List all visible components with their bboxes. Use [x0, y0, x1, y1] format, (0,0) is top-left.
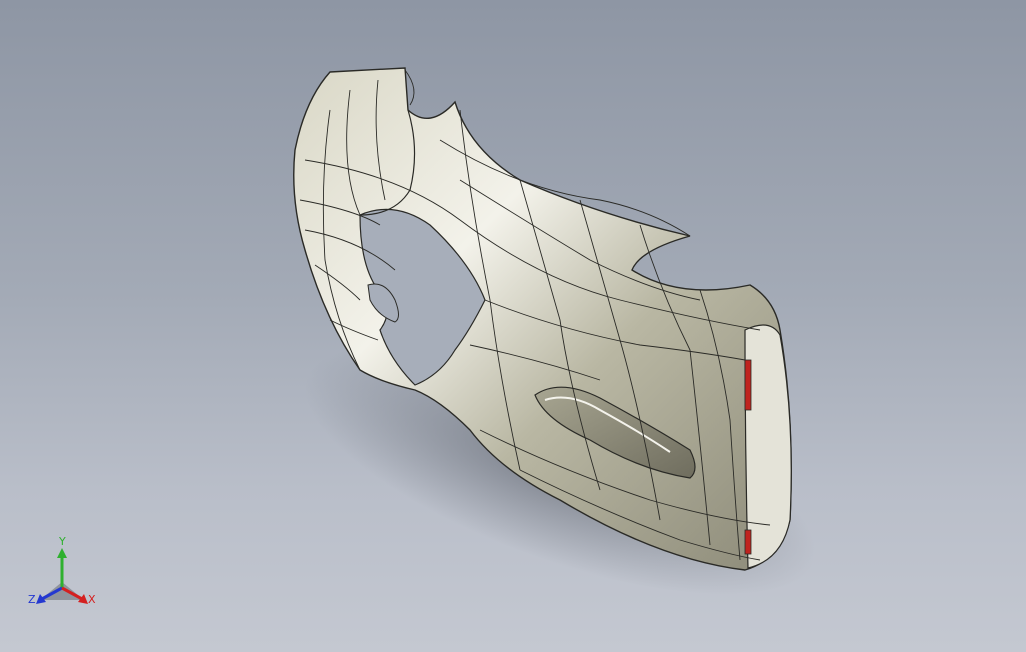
3d-model-body[interactable] [0, 0, 1026, 652]
red-light-lower [744, 529, 752, 555]
graphics-viewport[interactable]: Y Z X [0, 0, 1026, 652]
nose-cap [744, 324, 792, 569]
y-axis-label: Y [59, 535, 66, 548]
red-light-upper [744, 359, 752, 411]
z-axis-label: Z [28, 593, 36, 606]
axis-triad: Y Z X [26, 536, 106, 616]
x-axis-label: X [88, 593, 96, 606]
